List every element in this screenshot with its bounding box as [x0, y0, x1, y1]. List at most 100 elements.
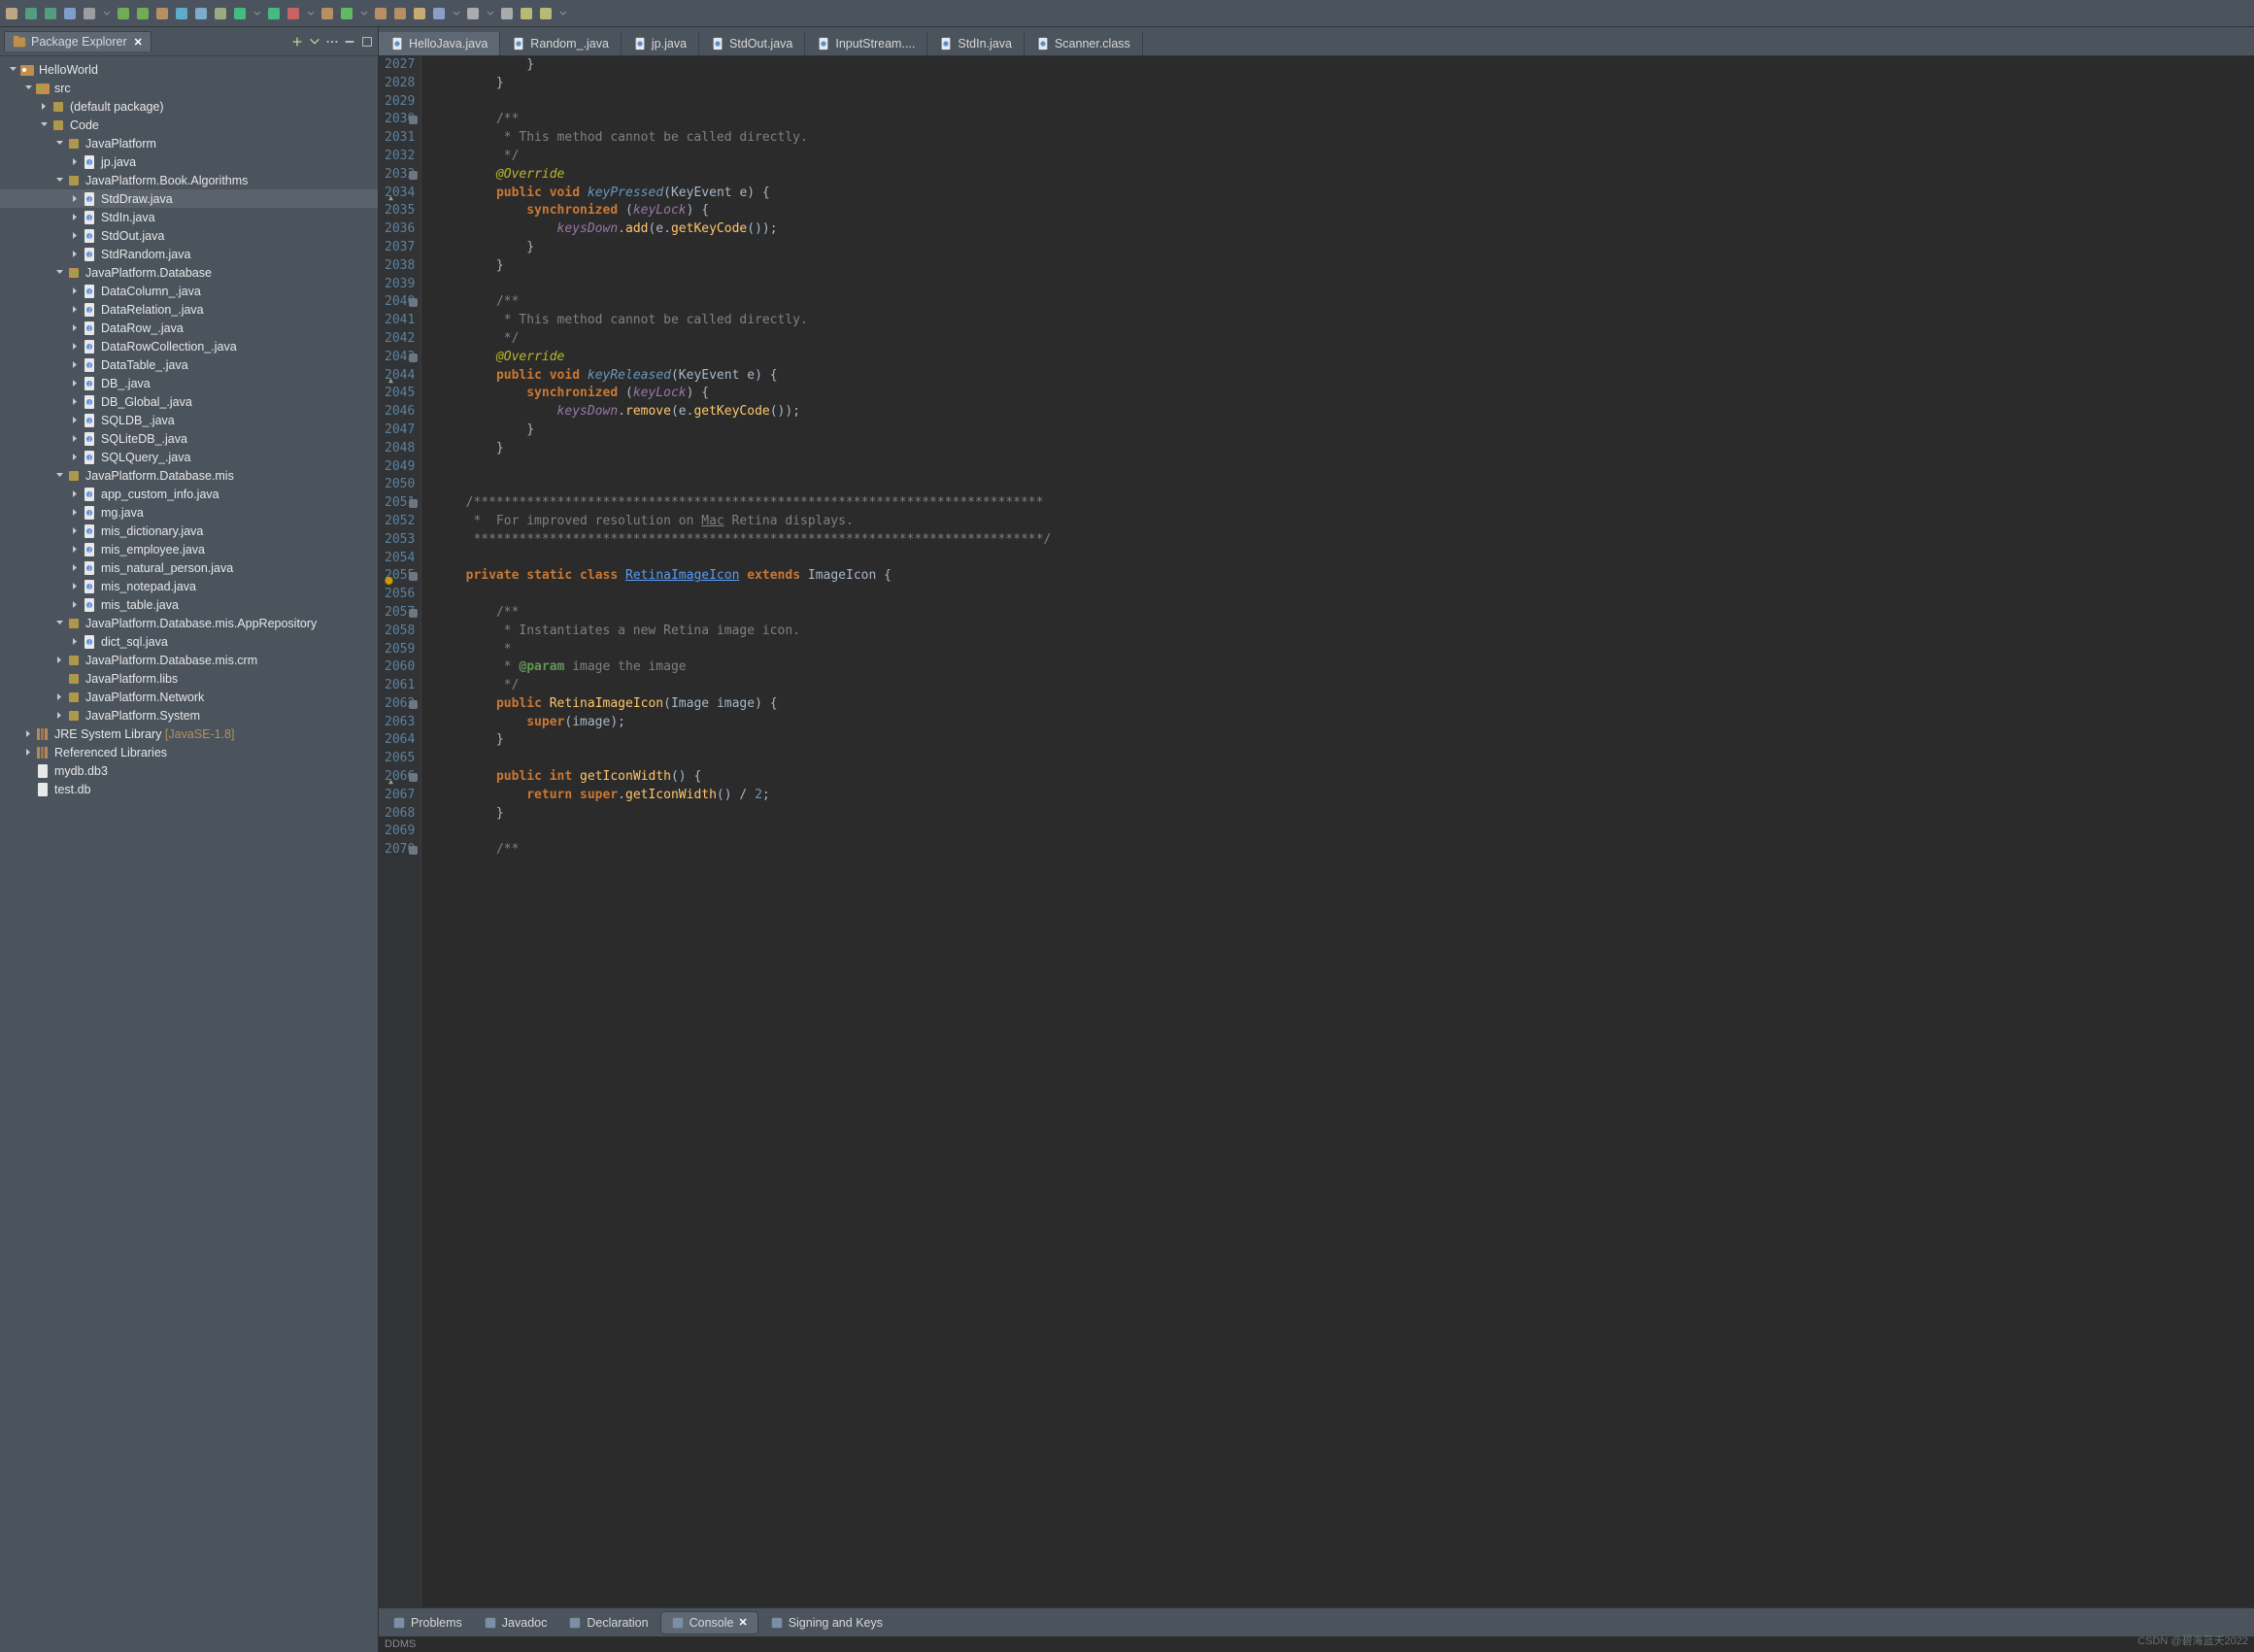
bottom-tab-signing-and-keys[interactable]: Signing and Keys: [760, 1612, 892, 1634]
page-icon[interactable]: [193, 6, 209, 21]
file-node[interactable]: JDataRowCollection_.java: [0, 337, 378, 355]
play-icon[interactable]: [232, 6, 248, 21]
code-package-node[interactable]: Code: [0, 116, 378, 134]
link-icon[interactable]: [308, 35, 321, 49]
file-node[interactable]: Jmis_notepad.java: [0, 577, 378, 595]
project-tree[interactable]: HelloWorldsrc(default package)CodeJavaPl…: [0, 56, 378, 1652]
file-node[interactable]: JStdDraw.java: [0, 189, 378, 208]
database-node[interactable]: JavaPlatform.Database: [0, 263, 378, 282]
print-icon[interactable]: [82, 6, 97, 21]
run-icon[interactable]: [266, 6, 282, 21]
package-explorer-pane: Package Explorer ✕ HelloWorldsrc(default…: [0, 27, 379, 1652]
dropdown-caret-icon[interactable]: [557, 6, 568, 21]
file-node[interactable]: JStdOut.java: [0, 226, 378, 245]
project-node[interactable]: HelloWorld: [0, 60, 378, 79]
editor-tab[interactable]: StdIn.java: [927, 32, 1025, 55]
bottom-tab-declaration[interactable]: Declaration: [558, 1612, 657, 1634]
align-icon[interactable]: [213, 6, 228, 21]
dropdown-caret-icon[interactable]: [252, 6, 262, 21]
editor-tab-bar: HelloJava.javaRandom_.javajp.javaStdOut.…: [379, 27, 2254, 56]
file-node[interactable]: JDataRow_.java: [0, 319, 378, 337]
file-node[interactable]: Jmis_dictionary.java: [0, 522, 378, 540]
file-node[interactable]: JDataColumn_.java: [0, 282, 378, 300]
search-icon[interactable]: [465, 6, 481, 21]
system-node[interactable]: JavaPlatform.System: [0, 706, 378, 725]
menu-icon[interactable]: [325, 35, 339, 49]
file-node[interactable]: JSQLiteDB_.java: [0, 429, 378, 448]
file-node[interactable]: JDB_Global_.java: [0, 392, 378, 411]
file-node[interactable]: Jmis_employee.java: [0, 540, 378, 558]
editor-tab[interactable]: InputStream....: [805, 32, 927, 55]
editor-tab[interactable]: Random_.java: [500, 32, 622, 55]
bottom-tab-problems[interactable]: Problems: [383, 1612, 472, 1634]
editor-tab[interactable]: StdOut.java: [699, 32, 805, 55]
file-node[interactable]: JDataTable_.java: [0, 355, 378, 374]
pencil-icon[interactable]: [412, 6, 427, 21]
undo-icon[interactable]: [499, 6, 515, 21]
file-node[interactable]: JDB_.java: [0, 374, 378, 392]
new-icon[interactable]: [4, 6, 19, 21]
code-editor[interactable]: 20272028202920302031203220332034▲2035203…: [379, 56, 2254, 1607]
build-icon[interactable]: [116, 6, 131, 21]
mis-crm-node[interactable]: JavaPlatform.Database.mis.crm: [0, 651, 378, 669]
database-mis-node[interactable]: JavaPlatform.Database.mis: [0, 466, 378, 485]
open-icon[interactable]: [373, 6, 388, 21]
java-file-icon: [939, 37, 953, 51]
save-all-icon[interactable]: [43, 6, 58, 21]
network-node[interactable]: JavaPlatform.Network: [0, 688, 378, 706]
folder-icon[interactable]: [392, 6, 408, 21]
bottom-tab-console[interactable]: Console✕: [660, 1611, 758, 1635]
file-node[interactable]: Jjp.java: [0, 152, 378, 171]
back-icon[interactable]: [519, 6, 534, 21]
min-icon[interactable]: [343, 35, 356, 49]
src-node[interactable]: src: [0, 79, 378, 97]
db-icon[interactable]: [154, 6, 170, 21]
file-node[interactable]: JSQLQuery_.java: [0, 448, 378, 466]
default-package-node[interactable]: (default package): [0, 97, 378, 116]
dropdown-caret-icon[interactable]: [485, 6, 495, 21]
sync-icon[interactable]: [174, 6, 189, 21]
close-icon[interactable]: ✕: [738, 1616, 747, 1629]
fwd-icon[interactable]: [538, 6, 554, 21]
file-node[interactable]: JSQLDB_.java: [0, 411, 378, 429]
java-file-icon: [512, 37, 525, 51]
libs-node[interactable]: JavaPlatform.libs: [0, 669, 378, 688]
bottom-tab-javadoc[interactable]: Javadoc: [474, 1612, 557, 1634]
collapse-icon[interactable]: [290, 35, 304, 49]
dropdown-caret-icon[interactable]: [358, 6, 369, 21]
file-node[interactable]: Jmg.java: [0, 503, 378, 522]
code-content[interactable]: } } /** * This method cannot be called d…: [421, 56, 1051, 1607]
apprepo-node[interactable]: JavaPlatform.Database.mis.AppRepository: [0, 614, 378, 632]
javaplatform-node[interactable]: JavaPlatform: [0, 134, 378, 152]
save-icon[interactable]: [23, 6, 39, 21]
console-icon: [671, 1616, 685, 1630]
dropdown-caret-icon[interactable]: [101, 6, 112, 21]
jre-node[interactable]: JRE System Library [JavaSE-1.8]: [0, 725, 378, 743]
close-icon[interactable]: ✕: [134, 36, 143, 49]
file-node[interactable]: Jdict_sql.java: [0, 632, 378, 651]
grid-icon[interactable]: [320, 6, 335, 21]
editor-tab[interactable]: Scanner.class: [1025, 32, 1143, 55]
file-node[interactable]: Jmis_table.java: [0, 595, 378, 614]
file-node[interactable]: JDataRelation_.java: [0, 300, 378, 319]
file-node[interactable]: JStdRandom.java: [0, 245, 378, 263]
book-algorithms-node[interactable]: JavaPlatform.Book.Algorithms: [0, 171, 378, 189]
skip-icon[interactable]: [135, 6, 151, 21]
editor-tab[interactable]: jp.java: [622, 32, 699, 55]
stop-icon[interactable]: [286, 6, 301, 21]
testdb-node[interactable]: test.db: [0, 780, 378, 798]
box-icon[interactable]: [431, 6, 447, 21]
wand-icon[interactable]: [62, 6, 78, 21]
dropdown-caret-icon[interactable]: [451, 6, 461, 21]
max-icon[interactable]: [360, 35, 374, 49]
dropdown-caret-icon[interactable]: [305, 6, 316, 21]
package-explorer-tab[interactable]: Package Explorer ✕: [4, 31, 151, 51]
file-node[interactable]: Jmis_natural_person.java: [0, 558, 378, 577]
refresh-icon[interactable]: [339, 6, 354, 21]
file-node[interactable]: Japp_custom_info.java: [0, 485, 378, 503]
java-file-icon: [1036, 37, 1050, 51]
ref-lib-node[interactable]: Referenced Libraries: [0, 743, 378, 761]
editor-tab[interactable]: HelloJava.java: [379, 32, 500, 55]
file-node[interactable]: JStdIn.java: [0, 208, 378, 226]
mydb-node[interactable]: mydb.db3: [0, 761, 378, 780]
